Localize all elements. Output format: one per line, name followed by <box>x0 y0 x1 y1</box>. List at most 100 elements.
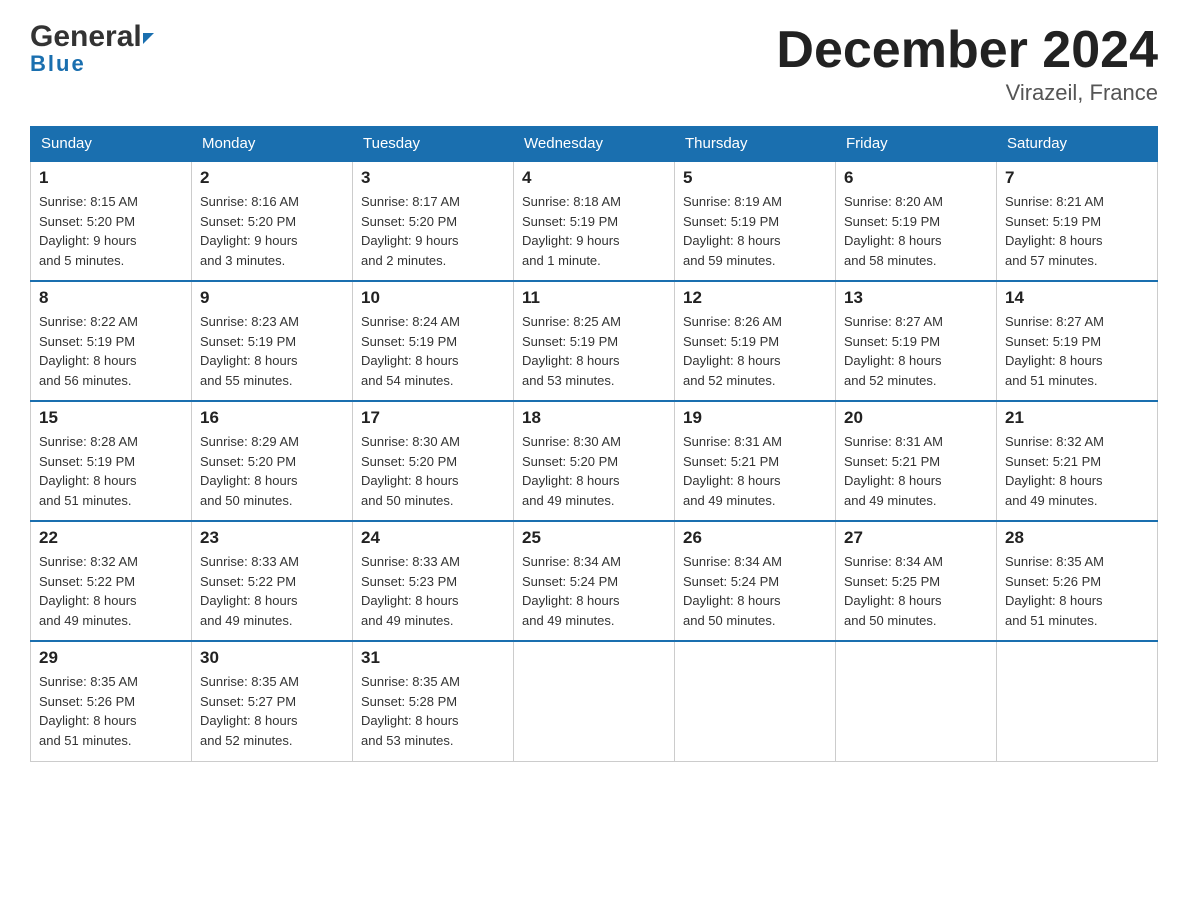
day-info: Sunrise: 8:24 AMSunset: 5:19 PMDaylight:… <box>361 312 505 390</box>
day-info: Sunrise: 8:32 AMSunset: 5:22 PMDaylight:… <box>39 552 183 630</box>
table-row <box>836 641 997 761</box>
table-row: 10 Sunrise: 8:24 AMSunset: 5:19 PMDayligh… <box>353 281 514 401</box>
table-row: 6 Sunrise: 8:20 AMSunset: 5:19 PMDaylight… <box>836 161 997 281</box>
table-row: 4 Sunrise: 8:18 AMSunset: 5:19 PMDaylight… <box>514 161 675 281</box>
table-row <box>997 641 1158 761</box>
table-row <box>675 641 836 761</box>
table-row: 21 Sunrise: 8:32 AMSunset: 5:21 PMDayligh… <box>997 401 1158 521</box>
col-wednesday: Wednesday <box>514 127 675 162</box>
table-row: 25Sunrise: 8:34 AMSunset: 5:24 PMDayligh… <box>514 521 675 641</box>
day-info: Sunrise: 8:33 AMSunset: 5:23 PMDaylight:… <box>361 552 505 630</box>
day-info: Sunrise: 8:26 AMSunset: 5:19 PMDaylight:… <box>683 312 827 390</box>
day-number: 3 <box>361 168 505 188</box>
day-info: Sunrise: 8:21 AMSunset: 5:19 PMDaylight:… <box>1005 192 1149 270</box>
title-section: December 2024 Virazeil, France <box>776 20 1158 106</box>
day-info: Sunrise: 8:18 AMSunset: 5:19 PMDaylight:… <box>522 192 666 270</box>
location: Virazeil, France <box>776 80 1158 106</box>
day-number: 14 <box>1005 288 1149 308</box>
table-row: 1Sunrise: 8:15 AMSunset: 5:20 PMDaylight… <box>31 161 192 281</box>
day-info: Sunrise: 8:34 AMSunset: 5:25 PMDaylight:… <box>844 552 988 630</box>
table-row: 15 Sunrise: 8:28 AMSunset: 5:19 PMDayligh… <box>31 401 192 521</box>
col-tuesday: Tuesday <box>353 127 514 162</box>
table-row: 9Sunrise: 8:23 AMSunset: 5:19 PMDaylight… <box>192 281 353 401</box>
day-info: Sunrise: 8:34 AMSunset: 5:24 PMDaylight:… <box>683 552 827 630</box>
day-number: 30 <box>200 648 344 668</box>
day-number: 20 <box>844 408 988 428</box>
logo: General Blue <box>30 20 154 77</box>
table-row: 19 Sunrise: 8:31 AMSunset: 5:21 PMDayligh… <box>675 401 836 521</box>
day-info: Sunrise: 8:30 AMSunset: 5:20 PMDaylight:… <box>522 432 666 510</box>
calendar-table: Sunday Monday Tuesday Wednesday Thursday… <box>30 126 1158 762</box>
day-info: Sunrise: 8:31 AMSunset: 5:21 PMDaylight:… <box>683 432 827 510</box>
table-row: 13 Sunrise: 8:27 AMSunset: 5:19 PMDayligh… <box>836 281 997 401</box>
day-number: 4 <box>522 168 666 188</box>
day-info: Sunrise: 8:15 AMSunset: 5:20 PMDaylight:… <box>39 192 183 270</box>
table-row: 5 Sunrise: 8:19 AMSunset: 5:19 PMDaylight… <box>675 161 836 281</box>
table-row: 18 Sunrise: 8:30 AMSunset: 5:20 PMDayligh… <box>514 401 675 521</box>
day-number: 7 <box>1005 168 1149 188</box>
day-info: Sunrise: 8:28 AMSunset: 5:19 PMDaylight:… <box>39 432 183 510</box>
table-row: 23 Sunrise: 8:33 AMSunset: 5:22 PMDayligh… <box>192 521 353 641</box>
day-number: 10 <box>361 288 505 308</box>
day-info: Sunrise: 8:16 AMSunset: 5:20 PMDaylight:… <box>200 192 344 270</box>
day-number: 23 <box>200 528 344 548</box>
day-info: Sunrise: 8:23 AMSunset: 5:19 PMDaylight:… <box>200 312 344 390</box>
day-info: Sunrise: 8:27 AMSunset: 5:19 PMDaylight:… <box>844 312 988 390</box>
calendar-week-row: 15 Sunrise: 8:28 AMSunset: 5:19 PMDayligh… <box>31 401 1158 521</box>
day-info: Sunrise: 8:25 AMSunset: 5:19 PMDaylight:… <box>522 312 666 390</box>
day-number: 11 <box>522 288 666 308</box>
table-row: 26 Sunrise: 8:34 AMSunset: 5:24 PMDayligh… <box>675 521 836 641</box>
table-row: 29 Sunrise: 8:35 AMSunset: 5:26 PMDayligh… <box>31 641 192 761</box>
day-number: 8 <box>39 288 183 308</box>
day-number: 19 <box>683 408 827 428</box>
table-row: 30 Sunrise: 8:35 AMSunset: 5:27 PMDayligh… <box>192 641 353 761</box>
col-monday: Monday <box>192 127 353 162</box>
day-number: 13 <box>844 288 988 308</box>
day-info: Sunrise: 8:35 AMSunset: 5:26 PMDaylight:… <box>1005 552 1149 630</box>
day-number: 27 <box>844 528 988 548</box>
table-row: 24Sunrise: 8:33 AMSunset: 5:23 PMDayligh… <box>353 521 514 641</box>
table-row: 14Sunrise: 8:27 AMSunset: 5:19 PMDayligh… <box>997 281 1158 401</box>
day-info: Sunrise: 8:29 AMSunset: 5:20 PMDaylight:… <box>200 432 344 510</box>
table-row: 17Sunrise: 8:30 AMSunset: 5:20 PMDayligh… <box>353 401 514 521</box>
day-info: Sunrise: 8:35 AMSunset: 5:26 PMDaylight:… <box>39 672 183 750</box>
day-info: Sunrise: 8:33 AMSunset: 5:22 PMDaylight:… <box>200 552 344 630</box>
calendar-week-row: 1Sunrise: 8:15 AMSunset: 5:20 PMDaylight… <box>31 161 1158 281</box>
table-row: 8 Sunrise: 8:22 AMSunset: 5:19 PMDaylight… <box>31 281 192 401</box>
day-info: Sunrise: 8:22 AMSunset: 5:19 PMDaylight:… <box>39 312 183 390</box>
day-info: Sunrise: 8:19 AMSunset: 5:19 PMDaylight:… <box>683 192 827 270</box>
calendar-week-row: 22 Sunrise: 8:32 AMSunset: 5:22 PMDayligh… <box>31 521 1158 641</box>
calendar-header-row: Sunday Monday Tuesday Wednesday Thursday… <box>31 127 1158 162</box>
day-info: Sunrise: 8:30 AMSunset: 5:20 PMDaylight:… <box>361 432 505 510</box>
page-header: General Blue December 2024 Virazeil, Fra… <box>30 20 1158 106</box>
day-number: 22 <box>39 528 183 548</box>
day-number: 16 <box>200 408 344 428</box>
table-row: 28Sunrise: 8:35 AMSunset: 5:26 PMDayligh… <box>997 521 1158 641</box>
day-number: 26 <box>683 528 827 548</box>
day-number: 5 <box>683 168 827 188</box>
day-info: Sunrise: 8:17 AMSunset: 5:20 PMDaylight:… <box>361 192 505 270</box>
day-info: Sunrise: 8:35 AMSunset: 5:28 PMDaylight:… <box>361 672 505 750</box>
month-title: December 2024 <box>776 20 1158 80</box>
day-number: 15 <box>39 408 183 428</box>
day-number: 21 <box>1005 408 1149 428</box>
day-info: Sunrise: 8:32 AMSunset: 5:21 PMDaylight:… <box>1005 432 1149 510</box>
day-info: Sunrise: 8:34 AMSunset: 5:24 PMDaylight:… <box>522 552 666 630</box>
logo-general: General <box>30 20 142 53</box>
day-number: 6 <box>844 168 988 188</box>
day-info: Sunrise: 8:20 AMSunset: 5:19 PMDaylight:… <box>844 192 988 270</box>
col-sunday: Sunday <box>31 127 192 162</box>
table-row: 11 Sunrise: 8:25 AMSunset: 5:19 PMDayligh… <box>514 281 675 401</box>
table-row: 3 Sunrise: 8:17 AMSunset: 5:20 PMDaylight… <box>353 161 514 281</box>
calendar-week-row: 8 Sunrise: 8:22 AMSunset: 5:19 PMDaylight… <box>31 281 1158 401</box>
table-row: 20Sunrise: 8:31 AMSunset: 5:21 PMDayligh… <box>836 401 997 521</box>
table-row: 31Sunrise: 8:35 AMSunset: 5:28 PMDayligh… <box>353 641 514 761</box>
day-number: 18 <box>522 408 666 428</box>
day-number: 12 <box>683 288 827 308</box>
day-number: 29 <box>39 648 183 668</box>
day-info: Sunrise: 8:35 AMSunset: 5:27 PMDaylight:… <box>200 672 344 750</box>
table-row <box>514 641 675 761</box>
logo-blue: Blue <box>30 51 86 77</box>
table-row: 22 Sunrise: 8:32 AMSunset: 5:22 PMDayligh… <box>31 521 192 641</box>
col-saturday: Saturday <box>997 127 1158 162</box>
